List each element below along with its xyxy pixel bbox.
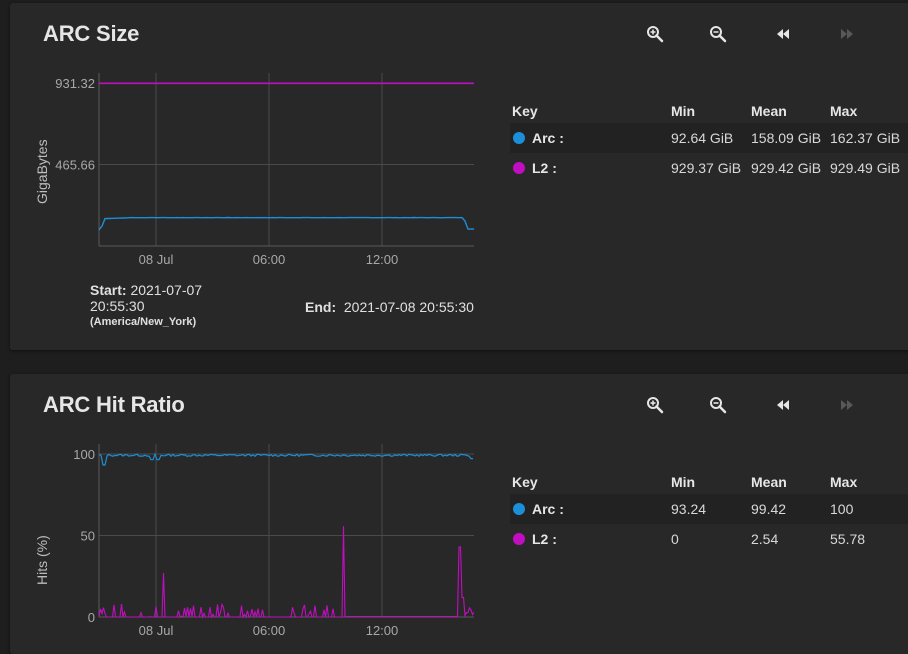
zoom-in-button[interactable]	[640, 390, 670, 420]
legend-header-min: Min	[671, 474, 696, 490]
fast-forward-button[interactable]	[832, 390, 862, 420]
x-tick-label: 08 Jul	[139, 252, 174, 267]
legend-header: Key Min Mean Max	[510, 101, 908, 123]
rewind-icon	[777, 29, 789, 39]
end-range: End: 2021-07-08 20:55:30	[305, 299, 474, 315]
legend-header-key: Key	[512, 103, 538, 119]
arc-series-line	[98, 452, 473, 466]
fast-forward-icon	[841, 29, 853, 39]
y-tick-label: 931.32	[55, 76, 95, 91]
rewind-button[interactable]	[768, 19, 798, 49]
y-tick-label: 50	[81, 529, 95, 544]
y-tick-label: 465.66	[55, 158, 95, 173]
arc-series-dot	[513, 503, 525, 515]
fast-forward-button[interactable]	[832, 19, 862, 49]
legend-max: 100	[830, 501, 854, 517]
legend-header: Key Min Mean Max	[510, 472, 908, 494]
arc-hit-ratio-card: ARC Hit Ratio 08 Jul 06:00 12:00 100 50 …	[10, 374, 908, 654]
legend-row-arc: Arc : 92.64 GiB 158.09 GiB 162.37 GiB	[510, 123, 908, 153]
zoom-in-button[interactable]	[640, 19, 670, 49]
start-time: 20:55:30	[90, 298, 145, 314]
zoom-out-icon	[710, 397, 727, 414]
l2-series-dot	[513, 162, 525, 174]
start-date: 2021-07-07	[130, 282, 203, 298]
legend-series-name: L2 :	[532, 160, 557, 176]
l2-series-line	[98, 526, 475, 620]
legend-min: 93.24	[671, 501, 707, 517]
chart-toolbar	[640, 390, 880, 420]
arc-series-line	[98, 216, 474, 231]
start-range: Start: 2021-07-07 20:55:30 (America/New_…	[90, 282, 202, 330]
y-axis-label: GigaBytes	[34, 139, 50, 204]
legend-header-mean: Mean	[751, 474, 787, 490]
legend-header-min: Min	[671, 103, 696, 119]
legend-series-name: L2 :	[532, 531, 557, 547]
y-tick-label: 0	[88, 610, 95, 625]
legend-min: 929.37 GiB	[671, 160, 742, 176]
zoom-out-icon	[710, 26, 727, 43]
timezone: (America/New_York)	[90, 316, 197, 328]
end-label: End:	[305, 299, 337, 315]
legend-header-max: Max	[830, 103, 858, 119]
zoom-out-button[interactable]	[703, 390, 733, 420]
legend-row-l2: L2 : 929.37 GiB 929.42 GiB 929.49 GiB	[510, 153, 908, 183]
l2-series-dot	[513, 533, 525, 545]
legend-series-name: Arc :	[532, 130, 564, 146]
zoom-out-button[interactable]	[703, 19, 733, 49]
chart-legend: Key Min Mean Max Arc : 92.64 GiB 158.09 …	[510, 101, 908, 183]
legend-min: 92.64 GiB	[671, 130, 734, 146]
fast-forward-icon	[841, 400, 853, 410]
arc-series-dot	[513, 132, 525, 144]
legend-series-name: Arc :	[532, 501, 564, 517]
zoom-in-icon	[647, 26, 664, 43]
x-tick-label: 12:00	[366, 623, 399, 638]
legend-row-arc: Arc : 93.24 99.42 100	[510, 494, 908, 524]
legend-max: 929.49 GiB	[830, 160, 901, 176]
legend-mean: 2.54	[751, 531, 779, 547]
chart-toolbar	[640, 19, 880, 49]
zoom-in-icon	[647, 397, 664, 414]
end-value: 2021-07-08 20:55:30	[343, 299, 474, 315]
x-tick-label: 06:00	[253, 623, 286, 638]
legend-mean: 929.42 GiB	[751, 160, 822, 176]
rewind-icon	[777, 400, 789, 410]
legend-mean: 158.09 GiB	[751, 130, 822, 146]
legend-header-key: Key	[512, 474, 538, 490]
y-axis-label: Hits (%)	[34, 535, 50, 585]
legend-min: 0	[671, 531, 679, 547]
legend-mean: 99.42	[751, 501, 787, 517]
rewind-button[interactable]	[768, 390, 798, 420]
legend-row-l2: L2 : 0 2.54 55.78	[510, 524, 908, 554]
y-tick-label: 100	[73, 447, 95, 462]
legend-max: 55.78	[830, 531, 866, 547]
legend-header-max: Max	[830, 474, 858, 490]
legend-header-mean: Mean	[751, 103, 787, 119]
arc-size-chart[interactable]: 08 Jul 06:00 12:00 931.32 465.66	[10, 3, 510, 283]
chart-legend: Key Min Mean Max Arc : 93.24 99.42 100 L…	[510, 472, 908, 554]
x-tick-label: 08 Jul	[139, 623, 174, 638]
legend-max: 162.37 GiB	[830, 130, 901, 146]
x-tick-label: 06:00	[253, 252, 286, 267]
arc-size-card: ARC Size 08 Jul 06:00 12:00 931.32 465.6…	[10, 3, 908, 350]
start-label: Start:	[90, 282, 127, 298]
x-tick-label: 12:00	[366, 252, 399, 267]
arc-hit-ratio-chart[interactable]: 08 Jul 06:00 12:00 100 50 0	[10, 374, 510, 638]
